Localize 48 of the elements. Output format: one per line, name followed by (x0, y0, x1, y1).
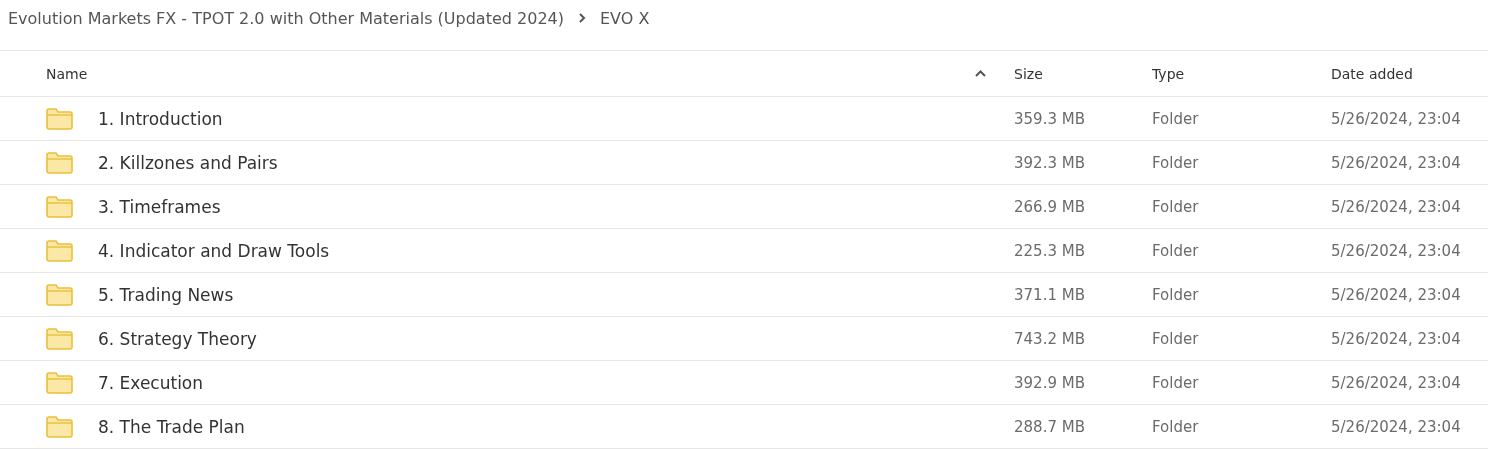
type-cell-text: Folder (1152, 329, 1200, 348)
folder-icon (46, 195, 73, 218)
folder-icon (46, 151, 73, 174)
folder-icon (46, 327, 73, 350)
date-cell-text: 5/26/2024, 23:04 (1331, 373, 1462, 392)
folder-name[interactable]: 5. Trading News (98, 284, 234, 305)
size-cell-text: 225.3 MB (1014, 241, 1086, 260)
type-cell-text: Folder (1152, 417, 1200, 436)
date-cell-text: 5/26/2024, 23:04 (1331, 329, 1462, 348)
breadcrumb-item[interactable]: EVO X (600, 8, 650, 28)
size-cell-text: 392.3 MB (1014, 153, 1086, 172)
column-header[interactable]: Name (46, 65, 88, 82)
folder-name[interactable]: 8. The Trade Plan (98, 416, 245, 437)
folder-icon (46, 283, 73, 306)
folder-name[interactable]: 1. Introduction (98, 108, 223, 129)
type-cell-text: Folder (1152, 197, 1200, 216)
date-cell-text: 5/26/2024, 23:04 (1331, 153, 1462, 172)
folder-icon (46, 107, 73, 130)
date-cell-text: 5/26/2024, 23:04 (1331, 109, 1462, 128)
folder-icon (46, 371, 73, 394)
column-header[interactable]: Type (1152, 65, 1185, 82)
type-cell-text: Folder (1152, 153, 1200, 172)
breadcrumb-item[interactable]: Evolution Markets FX - TPOT 2.0 with Other Materials (Updated 2024) (8, 8, 564, 28)
type-cell-text: Folder (1152, 109, 1200, 128)
folder-name[interactable]: 2. Killzones and Pairs (98, 152, 278, 173)
folder-name[interactable]: 3. Timeframes (98, 196, 221, 217)
size-cell-text: 288.7 MB (1014, 417, 1086, 436)
size-cell-text: 371.1 MB (1014, 285, 1086, 304)
type-cell-text: Folder (1152, 241, 1200, 260)
size-cell-text: 743.2 MB (1014, 329, 1086, 348)
folder-name[interactable]: 7. Execution (98, 372, 204, 393)
type-cell-text: Folder (1152, 285, 1200, 304)
sort-up-icon[interactable] (975, 70, 986, 77)
folder-name[interactable]: 6. Strategy Theory (98, 328, 257, 349)
column-header[interactable]: Date added (1331, 65, 1413, 82)
date-cell-text: 5/26/2024, 23:04 (1331, 285, 1462, 304)
folder-name[interactable]: 4. Indicator and Draw Tools (98, 240, 330, 261)
folder-icon (46, 239, 73, 262)
column-header[interactable]: Size (1014, 65, 1043, 82)
size-cell-text: 266.9 MB (1014, 197, 1086, 216)
size-cell-text: 392.9 MB (1014, 373, 1086, 392)
size-cell-text: 359.3 MB (1014, 109, 1086, 128)
date-cell-text: 5/26/2024, 23:04 (1331, 417, 1462, 436)
type-cell-text: Folder (1152, 373, 1200, 392)
date-cell-text: 5/26/2024, 23:04 (1331, 197, 1462, 216)
folder-icon (46, 415, 73, 438)
date-cell-text: 5/26/2024, 23:04 (1331, 241, 1462, 260)
chevron-right-icon (578, 13, 586, 23)
